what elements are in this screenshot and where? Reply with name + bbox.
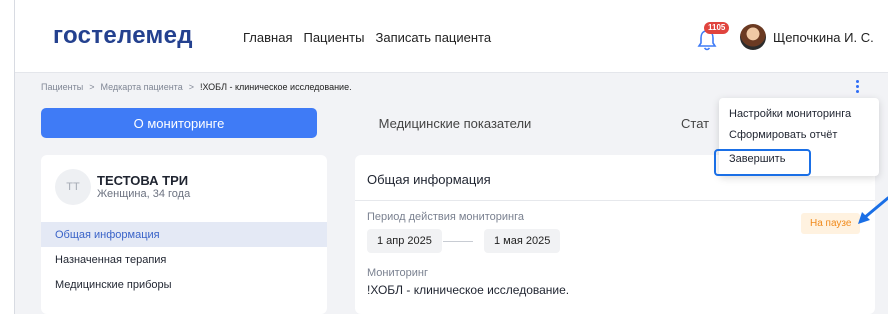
date-separator — [443, 241, 473, 242]
nav-item-patients[interactable]: Пациенты — [303, 30, 364, 45]
notification-badge: 1105 — [704, 22, 730, 34]
nav-item-home[interactable]: Главная — [243, 30, 292, 45]
menu-item-generate-report[interactable]: Сформировать отчёт — [729, 129, 837, 141]
main-nav: Главная Пациенты Записать пациента — [243, 30, 491, 45]
highlight-box — [714, 149, 811, 176]
menu-item-monitoring-settings[interactable]: Настройки мониторинга — [729, 108, 851, 120]
patient-avatar: ТТ — [55, 169, 91, 205]
more-options-icon[interactable] — [853, 78, 861, 96]
patient-card: ТТ ТЕСТОВА ТРИ Женщина, 34 года Общая ин… — [41, 155, 327, 314]
divider — [355, 200, 875, 201]
user-avatar[interactable] — [740, 24, 766, 50]
menu-item-devices[interactable]: Медицинские приборы — [41, 272, 327, 297]
user-name[interactable]: Щепочкина И. С. — [773, 30, 874, 45]
tab-medical-indicators[interactable]: Медицинские показатели — [317, 108, 593, 138]
pointer-arrow-icon — [858, 196, 888, 224]
breadcrumb-current: !ХОБЛ - клиническое исследование. — [199, 82, 352, 92]
nav-item-book-patient[interactable]: Записать пациента — [375, 30, 491, 45]
card-title: Общая информация — [367, 172, 491, 187]
monitoring-label: Мониторинг — [367, 267, 429, 279]
breadcrumb-separator: > — [188, 82, 194, 92]
date-start: 1 апр 2025 — [367, 229, 442, 253]
patient-menu: Общая информация Назначенная терапия Мед… — [41, 222, 327, 297]
patient-details: Женщина, 34 года — [97, 188, 191, 200]
period-label: Период действия мониторинга — [367, 211, 525, 223]
breadcrumb-separator: > — [89, 82, 95, 92]
tab-about-monitoring[interactable]: О мониторинге — [41, 108, 317, 138]
breadcrumb: Пациенты > Медкарта пациента > !ХОБЛ - к… — [41, 82, 352, 92]
top-header: гостелемед Главная Пациенты Записать пац… — [15, 0, 888, 73]
breadcrumb-medical-record[interactable]: Медкарта пациента — [101, 82, 183, 92]
logo: гостелемед — [53, 22, 193, 49]
general-info-card: Общая информация Период действия монитор… — [355, 155, 875, 314]
breadcrumb-patients[interactable]: Пациенты — [41, 82, 83, 92]
menu-item-general-info[interactable]: Общая информация — [41, 222, 327, 247]
app-window: гостелемед Главная Пациенты Записать пац… — [14, 0, 888, 314]
patient-name: ТЕСТОВА ТРИ — [97, 173, 189, 188]
date-end: 1 мая 2025 — [484, 229, 561, 253]
menu-item-therapy[interactable]: Назначенная терапия — [41, 247, 327, 272]
monitoring-value: !ХОБЛ - клиническое исследование. — [367, 283, 570, 297]
